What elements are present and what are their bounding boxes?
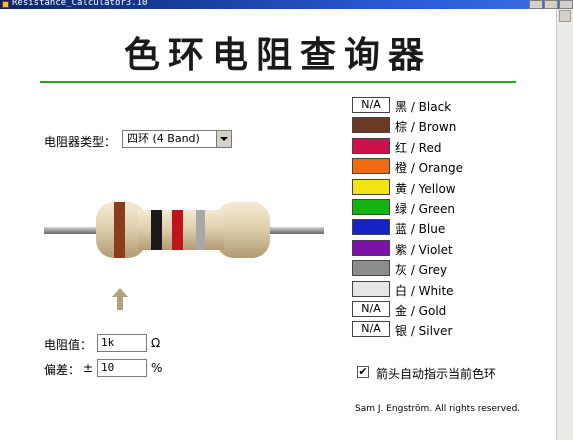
tolerance-unit: %: [151, 361, 163, 375]
color-swatch[interactable]: N/A: [352, 301, 390, 317]
arrow-up-icon: [112, 288, 128, 310]
window-title: Resistance_Calculator3.10: [12, 0, 148, 8]
color-name: 蓝 / Blue: [395, 222, 446, 237]
color-swatch[interactable]: N/A: [352, 321, 390, 338]
resistance-input[interactable]: 1k: [97, 334, 147, 352]
color-name: 红 / Red: [395, 140, 442, 155]
resistor-band-black: [151, 210, 162, 250]
band-type-label: 电阻器类型：: [44, 135, 117, 149]
band-type-selected: 四环 (4 Band): [127, 132, 200, 145]
color-name: 绿 / Green: [395, 202, 456, 216]
scroll-up-icon[interactable]: [559, 10, 571, 22]
auto-indicator-label: 箭头自动指示当前色环: [376, 367, 497, 381]
copyright-text: Sam J. Engström. All rights reserved.: [355, 404, 521, 414]
window-title-bar: Resistance_Calculator3.10: [0, 0, 573, 9]
band-type-select[interactable]: 四环 (4 Band): [122, 130, 232, 148]
resistor-band-red: [172, 210, 183, 250]
color-swatch[interactable]: [352, 137, 390, 154]
tolerance-sign: ±: [83, 361, 94, 375]
tolerance-input[interactable]: 10: [97, 359, 147, 377]
auto-indicator-checkbox[interactable]: ✔: [357, 366, 369, 378]
app-icon: [2, 1, 9, 8]
color-name: 橙 / Orange: [395, 161, 464, 176]
color-swatch[interactable]: N/A: [352, 97, 390, 113]
resistor-body-right-cap: [216, 202, 270, 258]
color-name: 黑 / Black: [395, 100, 452, 114]
color-name: 灰 / Grey: [395, 263, 448, 278]
resistance-unit: Ω: [151, 336, 161, 350]
color-swatch[interactable]: [352, 219, 390, 236]
color-swatch[interactable]: [352, 199, 390, 215]
color-name: 棕 / Brown: [395, 120, 457, 135]
close-button[interactable]: [559, 0, 573, 9]
resistor-lead-left: [44, 227, 102, 234]
color-name: 紫 / Violet: [395, 242, 453, 257]
page-title: 色环电阻查询器: [123, 34, 432, 76]
title-divider: [40, 81, 516, 83]
vertical-scrollbar[interactable]: [556, 9, 573, 440]
resistor-band-brown: [114, 202, 125, 258]
color-swatch[interactable]: [352, 178, 390, 195]
color-swatch[interactable]: [352, 260, 390, 277]
color-name: 银 / Silver: [395, 324, 453, 339]
color-swatch[interactable]: [352, 280, 390, 297]
minimize-button[interactable]: [529, 0, 543, 9]
resistor-image: [44, 202, 324, 258]
tolerance-label: 偏差：: [44, 363, 81, 377]
color-name: 黄 / Yellow: [395, 181, 456, 196]
color-swatch[interactable]: [352, 239, 390, 256]
resistor-lead-right: [266, 227, 324, 234]
color-swatch[interactable]: [352, 158, 390, 175]
resistance-label: 电阻值：: [44, 338, 93, 352]
resistor-band-silver: [196, 210, 205, 250]
color-name: 金 / Gold: [395, 304, 447, 318]
color-name: 白 / White: [395, 283, 454, 298]
maximize-button[interactable]: [544, 0, 558, 9]
color-swatch[interactable]: [352, 117, 390, 134]
chevron-down-icon[interactable]: [216, 131, 231, 147]
